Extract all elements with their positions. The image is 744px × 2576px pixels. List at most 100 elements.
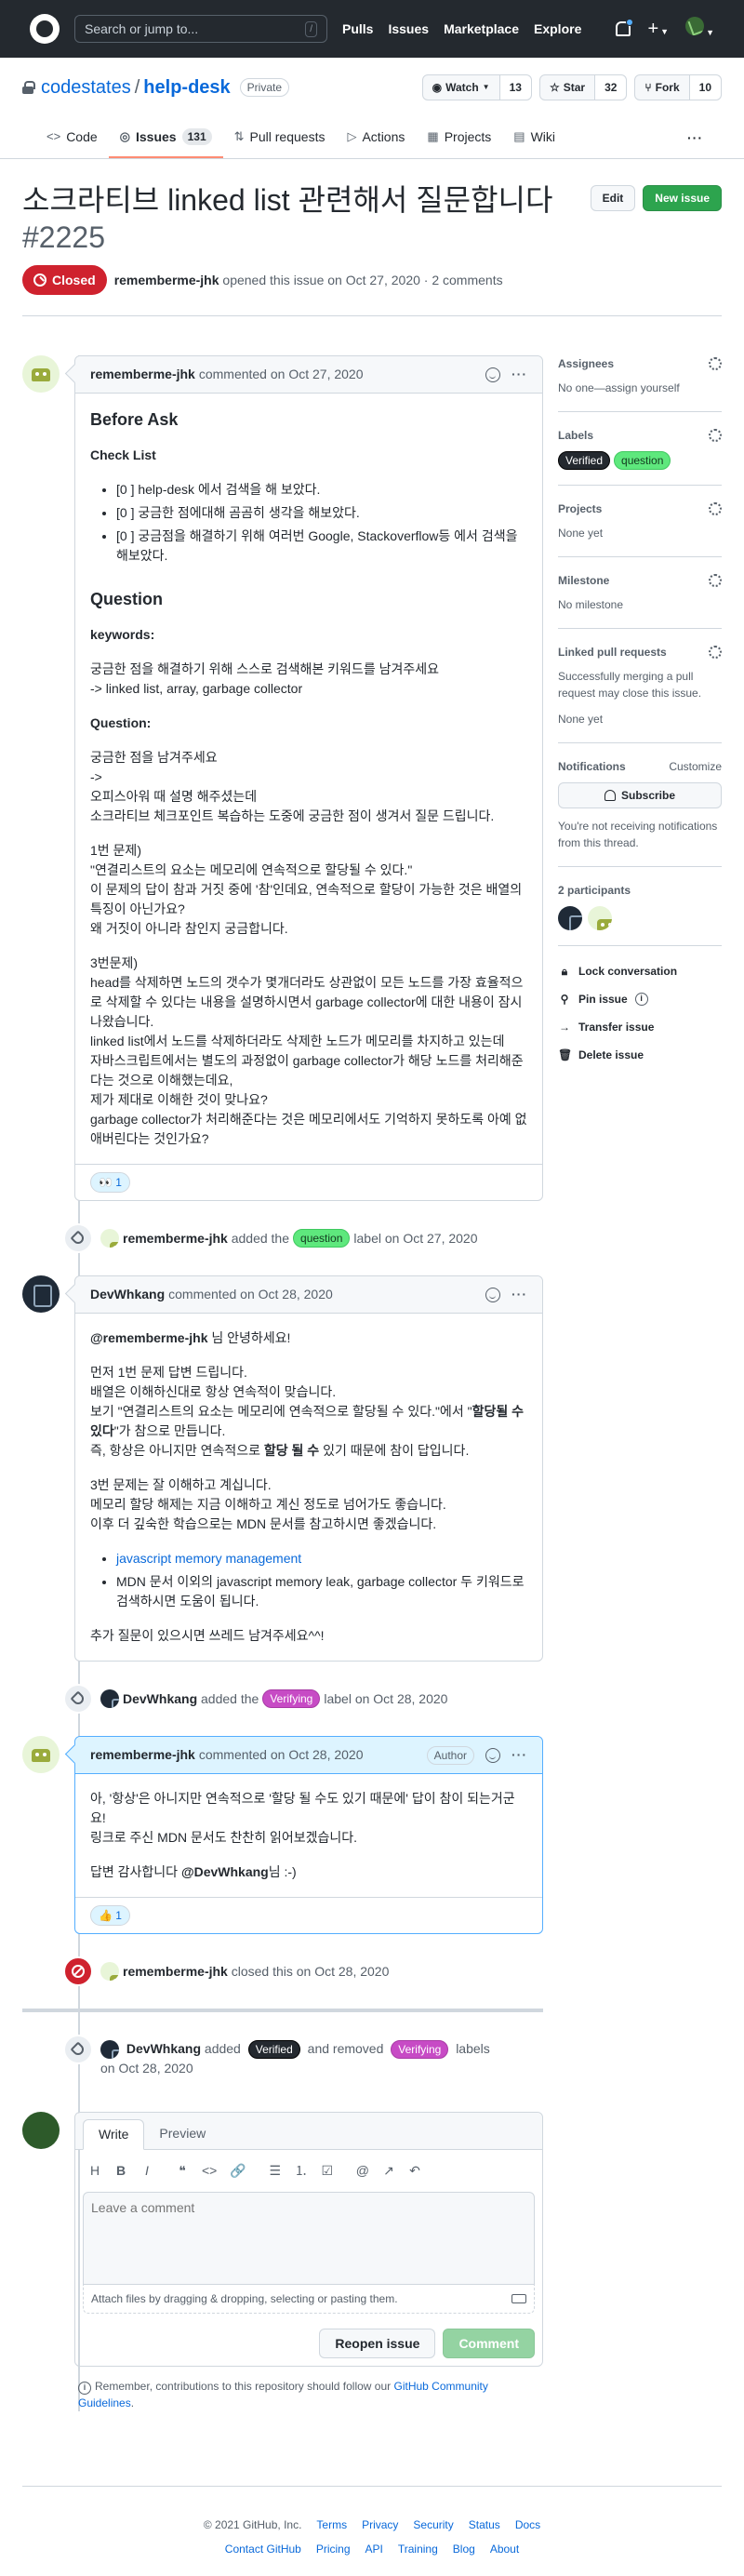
nav-explore[interactable]: Explore (534, 20, 581, 39)
repo-owner-link[interactable]: codestates (41, 77, 131, 98)
reaction-eyes[interactable]: 👀 1 (90, 1172, 130, 1193)
new-issue-button[interactable]: New issue (643, 185, 722, 211)
create-new-menu[interactable]: + ▼ (647, 15, 669, 43)
star-count[interactable]: 32 (595, 75, 627, 100)
gear-icon[interactable] (709, 646, 722, 659)
avatar[interactable] (558, 906, 582, 930)
tab-pull-requests[interactable]: ⇅ Pull requests (223, 117, 337, 158)
notifications-bell-icon[interactable] (616, 19, 634, 36)
fork-button[interactable]: ⑂ Fork 10 (634, 74, 722, 100)
comment-timestamp[interactable]: commented on Oct 27, 2020 (199, 365, 364, 384)
event-actor[interactable]: rememberme-jhk (123, 1229, 228, 1248)
sidebar-heading[interactable]: Milestone (558, 572, 609, 589)
footer-link-blog[interactable]: Blog (453, 2541, 475, 2557)
transfer-issue-button[interactable]: → Transfer issue (558, 1013, 722, 1041)
gear-icon[interactable] (709, 502, 722, 515)
gear-icon[interactable] (709, 574, 722, 587)
sidebar-heading[interactable]: Labels (558, 427, 593, 444)
label-verifying[interactable]: Verifying (391, 2040, 449, 2059)
event-actor[interactable]: DevWhkang (126, 2041, 201, 2056)
more-tabs-button[interactable]: ··· (669, 117, 722, 158)
tab-write[interactable]: Write (83, 2119, 145, 2151)
ordered-list-icon[interactable]: ⒈ (295, 2161, 308, 2181)
tab-code[interactable]: <> Code (35, 117, 109, 158)
mention-link[interactable]: @rememberme-jhk (90, 1330, 207, 1345)
tab-wiki[interactable]: ▤ Wiki (502, 117, 566, 158)
label-verified[interactable]: Verified (247, 2040, 300, 2059)
footer-link-about[interactable]: About (490, 2541, 519, 2557)
user-menu[interactable]: ▼ (685, 17, 714, 41)
footer-link-pricing[interactable]: Pricing (316, 2541, 351, 2557)
italic-icon[interactable]: I (140, 2161, 153, 2181)
avatar[interactable] (22, 2112, 60, 2150)
avatar[interactable] (22, 355, 60, 393)
footer-link-docs[interactable]: Docs (515, 2516, 540, 2533)
footer-link-training[interactable]: Training (398, 2541, 438, 2557)
search-input[interactable]: Search or jump to... / (74, 15, 327, 43)
mention-icon[interactable]: @ (356, 2161, 369, 2181)
footer-link-status[interactable]: Status (469, 2516, 500, 2533)
pin-issue-button[interactable]: ⚲ Pin issue i (558, 985, 722, 1013)
heading-icon[interactable]: H (88, 2161, 101, 2181)
avatar[interactable] (22, 1736, 60, 1773)
nav-issues[interactable]: Issues (388, 20, 429, 39)
fork-count[interactable]: 10 (689, 75, 721, 100)
footer-link-privacy[interactable]: Privacy (362, 2516, 398, 2533)
comment-button[interactable]: Comment (443, 2329, 535, 2359)
avatar[interactable] (100, 1962, 119, 1981)
avatar[interactable] (22, 1275, 60, 1313)
label-verified[interactable]: Verified (558, 451, 611, 470)
watch-count[interactable]: 13 (499, 75, 531, 100)
tab-preview[interactable]: Preview (144, 2118, 220, 2149)
sidebar-heading[interactable]: Assignees (558, 355, 614, 372)
event-actor[interactable]: DevWhkang (123, 1689, 197, 1709)
mdn-link[interactable]: javascript memory management (116, 1551, 301, 1566)
sidebar-heading[interactable]: Projects (558, 501, 602, 517)
reopen-issue-button[interactable]: Reopen issue (319, 2329, 436, 2359)
avatar[interactable] (100, 1229, 119, 1248)
comment-timestamp[interactable]: commented on Oct 28, 2020 (199, 1745, 364, 1765)
comment-author[interactable]: DevWhkang (90, 1285, 165, 1304)
saved-reply-icon[interactable]: ↶ (408, 2161, 421, 2181)
reaction-thumbs-up[interactable]: 👍 1 (90, 1905, 130, 1926)
task-list-icon[interactable]: ☑ (321, 2161, 334, 2181)
event-actor[interactable]: rememberme-jhk (123, 1962, 228, 1982)
issue-author[interactable]: rememberme-jhk (114, 271, 219, 290)
comment-options-icon[interactable]: ··· (512, 365, 527, 384)
avatar[interactable] (588, 906, 612, 930)
nav-marketplace[interactable]: Marketplace (444, 20, 519, 39)
code-icon[interactable]: <> (202, 2161, 217, 2181)
bold-icon[interactable]: B (114, 2161, 127, 2181)
footer-link-terms[interactable]: Terms (316, 2516, 347, 2533)
comment-options-icon[interactable]: ··· (512, 1745, 527, 1765)
comment-author[interactable]: rememberme-jhk (90, 1745, 195, 1765)
assignees-value[interactable]: No one—assign yourself (558, 380, 722, 396)
footer-link-api[interactable]: API (365, 2541, 383, 2557)
gear-icon[interactable] (709, 429, 722, 442)
label-question[interactable]: question (293, 1229, 351, 1248)
tab-projects[interactable]: ▦ Projects (416, 117, 502, 158)
mention-link[interactable]: @DevWhkang (181, 1864, 269, 1879)
label-verifying[interactable]: Verifying (262, 1689, 321, 1708)
customize-link[interactable]: Customize (669, 758, 722, 775)
attach-files-area[interactable]: Attach files by dragging & dropping, sel… (83, 2285, 535, 2315)
cross-reference-icon[interactable]: ↗ (382, 2161, 395, 2181)
sidebar-heading[interactable]: Linked pull requests (558, 644, 667, 661)
gear-icon[interactable] (709, 357, 722, 370)
subscribe-button[interactable]: Subscribe (558, 782, 722, 808)
tab-issues[interactable]: ◎ Issues 131 (108, 117, 223, 158)
add-reaction-icon[interactable] (485, 1287, 500, 1302)
repo-name-link[interactable]: help-desk (143, 77, 230, 98)
avatar[interactable] (100, 2040, 119, 2060)
tab-actions[interactable]: ▷ Actions (336, 117, 416, 158)
star-button[interactable]: ☆ Star 32 (538, 74, 628, 100)
comment-author[interactable]: rememberme-jhk (90, 365, 195, 384)
link-icon[interactable]: 🔗 (230, 2161, 246, 2181)
comment-textarea[interactable] (83, 2192, 535, 2286)
footer-link-contact[interactable]: Contact GitHub (225, 2541, 301, 2557)
label-question[interactable]: question (614, 451, 671, 470)
lock-conversation-button[interactable]: 🔒︎ Lock conversation (558, 957, 722, 985)
comment-timestamp[interactable]: commented on Oct 28, 2020 (168, 1285, 333, 1304)
unordered-list-icon[interactable]: ☰ (269, 2161, 282, 2181)
watch-button[interactable]: ◉ Watch ▼ 13 (421, 74, 532, 100)
